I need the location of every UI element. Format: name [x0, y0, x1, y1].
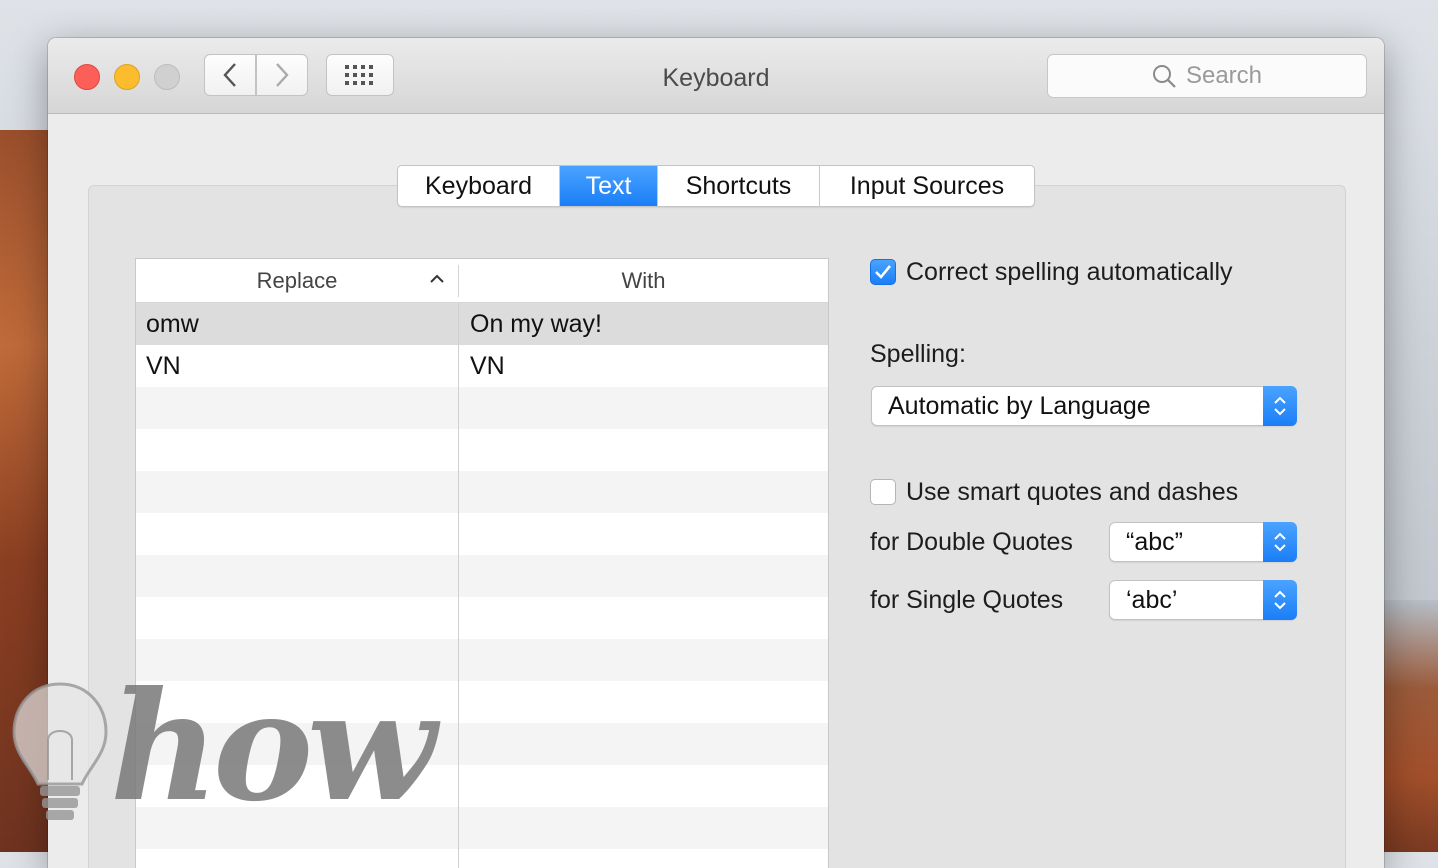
column-header-replace[interactable]: Replace — [136, 259, 458, 302]
empty-row — [136, 513, 828, 555]
tab-shortcuts[interactable]: Shortcuts — [658, 166, 820, 206]
tab-keyboard[interactable]: Keyboard — [398, 166, 560, 206]
empty-row — [136, 597, 828, 639]
empty-row — [136, 555, 828, 597]
double-quotes-label: for Double Quotes — [870, 528, 1073, 556]
replace-cell: VN — [146, 351, 181, 380]
replace-cell: omw — [146, 309, 199, 338]
smart-quotes-label[interactable]: Use smart quotes and dashes — [906, 478, 1238, 507]
tab-text[interactable]: Text — [560, 166, 658, 206]
empty-row — [136, 471, 828, 513]
sort-ascending-icon — [430, 274, 444, 283]
search-placeholder: Search — [1185, 62, 1263, 89]
double-quotes-value: “abc” — [1126, 527, 1183, 556]
smart-quotes-checkbox[interactable] — [870, 479, 896, 505]
single-quotes-select[interactable]: ‘abc’ — [1109, 580, 1297, 620]
table-row[interactable]: omw On my way! — [136, 303, 828, 345]
title-bar: Keyboard Search — [48, 38, 1384, 114]
correct-spelling-checkbox[interactable] — [870, 259, 896, 285]
single-quotes-value: ‘abc’ — [1126, 585, 1178, 614]
column-divider — [458, 303, 459, 868]
spelling-select-value: Automatic by Language — [888, 391, 1151, 420]
column-header-with[interactable]: With — [459, 259, 828, 302]
updown-arrows-icon — [1263, 522, 1297, 562]
single-quotes-label: for Single Quotes — [870, 586, 1064, 614]
checkmark-icon — [875, 265, 892, 279]
tab-bar: Keyboard Text Shortcuts Input Sources — [397, 165, 1035, 207]
desktop-wallpaper-right — [1384, 600, 1438, 852]
watermark-text: how — [110, 659, 436, 835]
empty-row — [136, 429, 828, 471]
search-icon — [1152, 65, 1176, 88]
empty-row — [136, 387, 828, 429]
spelling-select[interactable]: Automatic by Language — [871, 386, 1297, 426]
table-row[interactable]: VN VN — [136, 345, 828, 387]
updown-arrows-icon — [1263, 386, 1297, 426]
double-quotes-select[interactable]: “abc” — [1109, 522, 1297, 562]
spelling-label: Spelling: — [870, 340, 966, 368]
with-cell: VN — [470, 351, 505, 380]
table-header: Replace With — [136, 259, 828, 303]
correct-spelling-label[interactable]: Correct spelling automatically — [906, 258, 1233, 287]
lightbulb-icon — [12, 682, 108, 820]
search-field[interactable]: Search — [1047, 54, 1367, 98]
with-cell: On my way! — [470, 309, 602, 338]
tab-input-sources[interactable]: Input Sources — [820, 166, 1034, 206]
updown-arrows-icon — [1263, 580, 1297, 620]
